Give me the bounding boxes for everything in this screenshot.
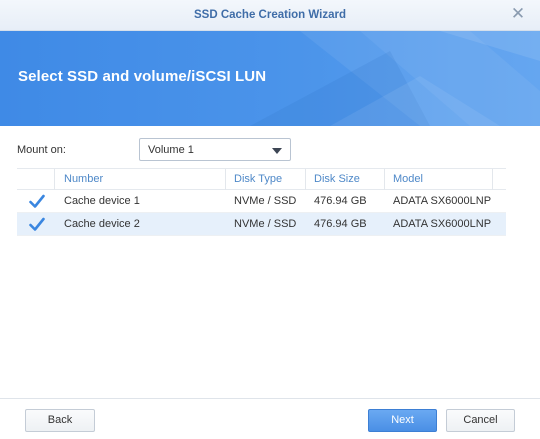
cell-model: ADATA SX6000LNP: [393, 218, 492, 230]
column-separator: [492, 169, 493, 190]
mount-on-value: Volume 1: [148, 144, 194, 156]
cell-disk-size: 476.94 GB: [314, 218, 367, 230]
mount-on-select[interactable]: Volume 1: [139, 138, 291, 161]
checkmark-icon[interactable]: [29, 194, 45, 209]
checkmark-icon[interactable]: [29, 217, 45, 232]
mount-on-label: Mount on:: [17, 144, 66, 156]
column-header-number[interactable]: Number: [64, 173, 103, 185]
title-bar: SSD Cache Creation Wizard ✕: [0, 0, 540, 31]
page-heading: Select SSD and volume/iSCSI LUN: [18, 68, 267, 85]
column-separator: [54, 169, 55, 190]
table-row[interactable]: Cache device 1 NVMe / SSD 476.94 GB ADAT…: [17, 190, 506, 213]
column-header-model[interactable]: Model: [393, 173, 423, 185]
cell-disk-size: 476.94 GB: [314, 195, 367, 207]
wizard-banner: Select SSD and volume/iSCSI LUN: [0, 31, 540, 126]
column-separator: [305, 169, 306, 190]
column-header-disk-type[interactable]: Disk Type: [234, 173, 282, 185]
column-header-disk-size[interactable]: Disk Size: [314, 173, 360, 185]
cell-number: Cache device 2: [64, 218, 140, 230]
close-icon[interactable]: ✕: [510, 5, 526, 22]
ssd-table: Number Disk Type Disk Size Model Cache d…: [17, 168, 506, 236]
cell-model: ADATA SX6000LNP: [393, 195, 492, 207]
window-title: SSD Cache Creation Wizard: [194, 9, 346, 21]
back-button[interactable]: Back: [25, 409, 95, 432]
table-row[interactable]: Cache device 2 NVMe / SSD 476.94 GB ADAT…: [17, 213, 506, 236]
cell-disk-type: NVMe / SSD: [234, 218, 297, 230]
column-separator: [384, 169, 385, 190]
cell-number: Cache device 1: [64, 195, 140, 207]
chevron-down-icon: [272, 148, 282, 154]
wizard-window: SSD Cache Creation Wizard ✕ Select SSD a…: [0, 0, 540, 439]
table-header: Number Disk Type Disk Size Model: [17, 168, 506, 190]
cancel-button[interactable]: Cancel: [446, 409, 515, 432]
column-separator: [225, 169, 226, 190]
next-button[interactable]: Next: [368, 409, 437, 432]
cell-disk-type: NVMe / SSD: [234, 195, 297, 207]
